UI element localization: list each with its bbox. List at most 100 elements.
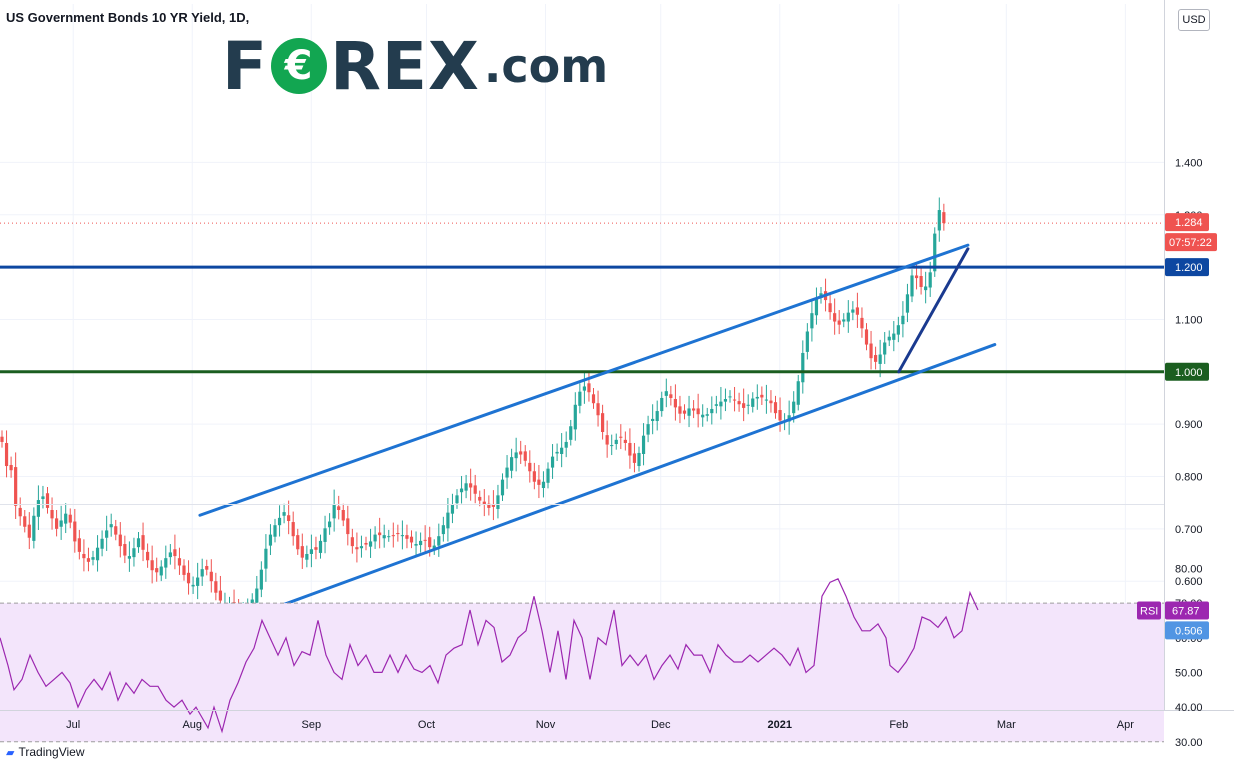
candle-body bbox=[18, 507, 22, 517]
candle-body bbox=[855, 307, 859, 315]
candle-body bbox=[478, 496, 482, 501]
candle-body bbox=[719, 401, 723, 407]
candle-body bbox=[323, 528, 327, 542]
candle-body bbox=[805, 331, 809, 352]
chart-title: US Government Bonds 10 YR Yield, 1D, bbox=[6, 10, 250, 25]
rsi-band bbox=[0, 603, 1164, 742]
candle-body bbox=[532, 471, 536, 482]
candle-body bbox=[560, 447, 564, 454]
level-label: 1.200 bbox=[1175, 262, 1203, 274]
candle-body bbox=[378, 532, 382, 536]
candle-body bbox=[209, 571, 213, 582]
candle-body bbox=[73, 521, 77, 542]
time-tick-label: 2021 bbox=[768, 719, 792, 731]
candle-body bbox=[550, 456, 555, 468]
candle-body bbox=[337, 506, 341, 511]
candle-body bbox=[300, 546, 304, 558]
candle-body bbox=[928, 272, 932, 288]
candle-body bbox=[601, 413, 605, 433]
candle-body bbox=[191, 584, 195, 587]
candle-body bbox=[901, 315, 905, 325]
candle-body bbox=[14, 467, 18, 506]
candle-body bbox=[64, 513, 68, 524]
candle-body bbox=[869, 343, 873, 359]
candle-body bbox=[751, 398, 755, 407]
candle-body bbox=[769, 400, 773, 404]
candle-body bbox=[4, 442, 9, 467]
candle-body bbox=[842, 319, 846, 322]
candle-body bbox=[164, 558, 168, 568]
candle-body bbox=[883, 342, 887, 355]
candle-body bbox=[473, 485, 477, 494]
candle-body bbox=[742, 403, 746, 408]
candle-body bbox=[23, 516, 27, 527]
candle-body bbox=[628, 442, 632, 456]
candle-body bbox=[182, 565, 186, 575]
tradingview-label: TradingView bbox=[18, 745, 85, 759]
rsi-tick-label: 30.00 bbox=[1175, 737, 1203, 749]
candle-body bbox=[273, 525, 277, 537]
candle-body bbox=[641, 435, 646, 454]
candle-body bbox=[514, 452, 518, 459]
time-tick-label: Nov bbox=[536, 719, 556, 731]
candle-body bbox=[459, 488, 464, 493]
candle-body bbox=[864, 329, 869, 345]
candle-body bbox=[396, 533, 400, 535]
candle-body bbox=[355, 547, 359, 550]
candle-body bbox=[155, 568, 159, 573]
rsi-tick-label: 80.00 bbox=[1175, 563, 1203, 575]
logo-text-right: REX bbox=[330, 27, 480, 105]
candle-body bbox=[874, 355, 878, 362]
candle-body bbox=[573, 404, 577, 430]
time-tick-label: Oct bbox=[418, 719, 435, 731]
candle-body bbox=[705, 414, 709, 416]
candle-body bbox=[409, 536, 414, 543]
candle-body bbox=[109, 524, 113, 528]
candle-body bbox=[196, 577, 200, 586]
candle-body bbox=[591, 394, 596, 404]
candle-body bbox=[132, 548, 136, 558]
candle-body bbox=[660, 397, 664, 412]
candle-body bbox=[578, 391, 582, 406]
candle-body bbox=[118, 534, 122, 547]
candle-body bbox=[914, 275, 919, 279]
time-tick-label: Feb bbox=[889, 719, 908, 731]
candle-body bbox=[264, 548, 268, 569]
candle-body bbox=[41, 496, 45, 500]
candle-body bbox=[186, 572, 191, 584]
candle-body bbox=[428, 537, 432, 548]
price-tick-label: 0.600 bbox=[1175, 576, 1203, 588]
candle-body bbox=[887, 336, 891, 341]
candle-body bbox=[910, 275, 914, 297]
candle-body bbox=[446, 512, 450, 529]
candle-body bbox=[382, 535, 386, 539]
candle-body bbox=[469, 483, 473, 488]
candle-body bbox=[114, 526, 118, 535]
candle-body bbox=[537, 479, 541, 485]
candle-body bbox=[309, 549, 313, 554]
price-tick-label: 0.900 bbox=[1175, 419, 1203, 431]
candle-body bbox=[268, 534, 273, 546]
euro-coin-icon: € bbox=[271, 38, 328, 94]
price-tick-label: 1.100 bbox=[1175, 314, 1203, 326]
candle-body bbox=[619, 436, 623, 438]
candle-body bbox=[9, 464, 13, 471]
candle-body bbox=[282, 512, 286, 516]
time-tick-label: Dec bbox=[651, 719, 671, 731]
currency-selector[interactable]: USD bbox=[1178, 9, 1210, 31]
candle-body bbox=[696, 408, 700, 415]
candle-body bbox=[391, 535, 395, 537]
price-tick-label: 0.800 bbox=[1175, 472, 1203, 484]
candle-body bbox=[528, 462, 532, 472]
candle-body bbox=[296, 535, 300, 550]
candle-body bbox=[587, 383, 591, 393]
candle-body bbox=[678, 406, 682, 414]
logo-text-left: F bbox=[222, 27, 269, 105]
candle-body bbox=[437, 536, 441, 546]
candle-body bbox=[318, 540, 323, 553]
candle-body bbox=[637, 452, 641, 467]
candle-body bbox=[541, 481, 546, 489]
candle-body bbox=[159, 566, 163, 576]
candle-body bbox=[150, 560, 154, 571]
tradingview-brand[interactable]: ▰ TradingView bbox=[6, 745, 85, 759]
